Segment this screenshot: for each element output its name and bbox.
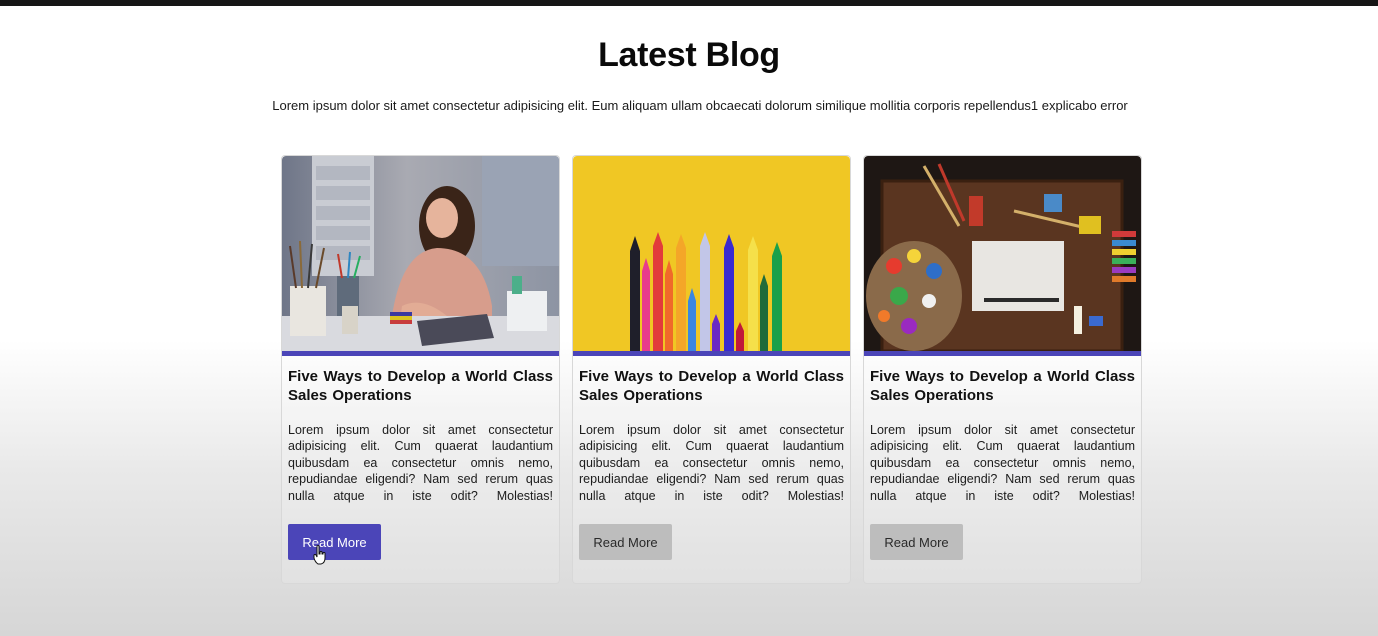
top-bar [0,0,1378,6]
hand-pointer-icon [313,545,326,565]
blog-card: Five Ways to Develop a World Class Sales… [572,155,851,584]
card-title: Five Ways to Develop a World Class Sales… [288,368,553,404]
blog-card: Five Ways to Develop a World Class Sales… [863,155,1142,584]
page-subtitle: Lorem ipsum dolor sit amet consectetur a… [272,98,1128,113]
card-image-colored-pencils [573,156,850,351]
blog-card-list: Five Ways to Develop a World Class Sales… [281,155,1142,584]
card-body-text: Lorem ipsum dolor sit amet consectetur a… [288,423,553,503]
blog-card: Five Ways to Develop a World Class Sales… [281,155,560,584]
card-body-text: Lorem ipsum dolor sit amet consectetur a… [579,423,844,503]
card-accent-bar [573,351,850,356]
card-title: Five Ways to Develop a World Class Sales… [579,368,844,404]
card-accent-bar [282,351,559,356]
card-image-paint-palette-desk [864,156,1141,351]
card-title: Five Ways to Develop a World Class Sales… [870,368,1135,404]
card-image-woman-painting [282,156,559,351]
read-more-button[interactable]: Read More [579,524,672,560]
read-more-button[interactable]: Read More [870,524,963,560]
page-title: Latest Blog [598,36,780,74]
card-body-text: Lorem ipsum dolor sit amet consectetur a… [870,423,1135,503]
card-accent-bar [864,351,1141,356]
read-more-button[interactable]: Read More [288,524,381,560]
